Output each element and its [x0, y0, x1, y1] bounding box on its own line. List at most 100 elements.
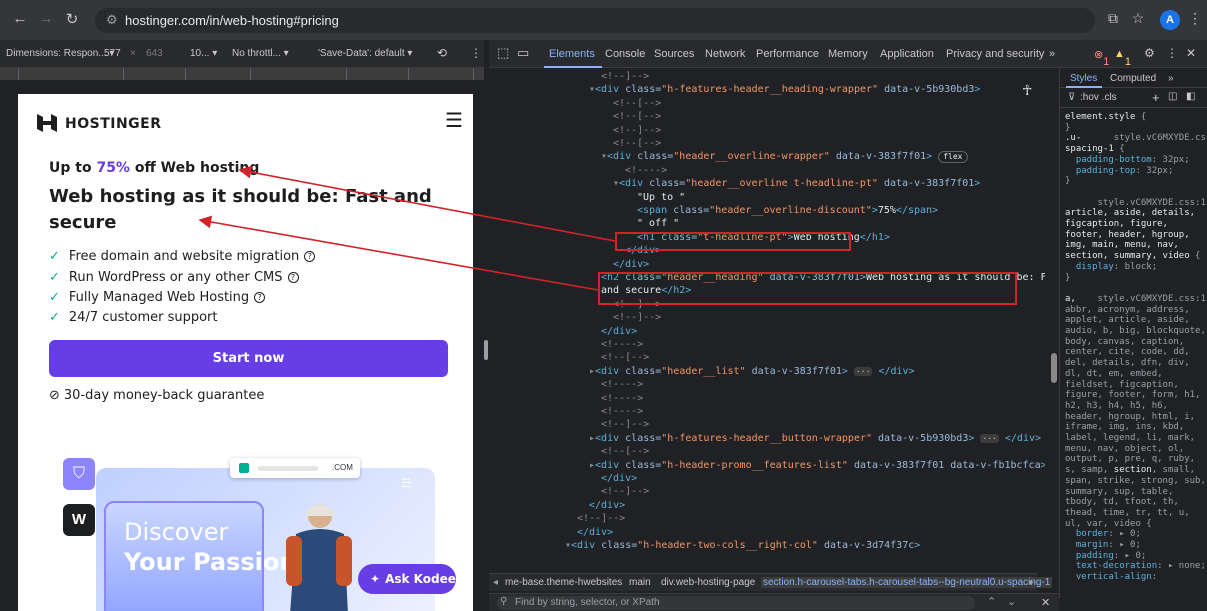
save-data-select[interactable]: 'Save-Data': default ▾ — [318, 48, 412, 59]
tab-sources[interactable]: Sources — [654, 48, 694, 60]
dom-node-line[interactable]: <!--]--> — [613, 311, 661, 324]
tab-styles[interactable]: Styles — [1070, 73, 1097, 84]
crumbs-right-icon[interactable]: ▸ — [1029, 577, 1034, 588]
dom-node-line[interactable]: <!--]--> — [601, 485, 649, 498]
crumb-item[interactable]: div.web-hosting-page — [661, 577, 755, 588]
crumbs-left-icon[interactable]: ◂ — [493, 577, 498, 588]
styles-filter[interactable]: ⊽ :hov .cls + ◫ ◧ — [1060, 88, 1207, 108]
new-rule-icon[interactable]: + — [1152, 90, 1160, 105]
hov-cls-toggle[interactable]: :hov .cls — [1080, 92, 1117, 103]
dom-node-line[interactable]: </div> — [577, 526, 613, 539]
style-rule-line: output, p, pre, q, ruby, — [1065, 454, 1196, 465]
tab-console[interactable]: Console — [605, 48, 645, 60]
overline-suffix: off Web hosting — [129, 160, 260, 176]
dom-node-line[interactable]: " off " — [637, 217, 679, 230]
find-close-icon[interactable]: ✕ — [1041, 596, 1050, 609]
throttle-select[interactable]: No throttl... ▾ — [232, 48, 289, 59]
dom-node-line[interactable]: </div> — [601, 472, 637, 485]
site-info-icon[interactable]: ⚙ — [106, 12, 118, 28]
tab-elements[interactable]: Elements — [549, 48, 595, 60]
browser-menu-icon[interactable]: ⋮ — [1186, 10, 1204, 27]
dimensions-select[interactable]: Dimensions: Respon... ▾ — [6, 48, 114, 59]
crumb-item[interactable]: me-base.theme-hwebsites — [505, 577, 622, 588]
dom-node-line[interactable]: <!--]--> — [601, 70, 649, 83]
address-bar[interactable]: ⚙ hostinger.com/in/web-hosting#pricing — [95, 8, 1095, 33]
sidebar-toggle-icon[interactable]: ◧ — [1186, 91, 1195, 102]
check-icon: ✓ — [49, 249, 60, 264]
dom-node-line[interactable]: <!----> — [601, 378, 643, 391]
style-rule-line: padding-top: 32px; — [1075, 165, 1174, 176]
computed-toggle-icon[interactable]: ◫ — [1168, 91, 1177, 102]
tab-privacy-security[interactable]: Privacy and security — [946, 48, 1044, 60]
help-icon[interactable]: ? — [254, 292, 266, 303]
dom-node-line[interactable]: </div> — [589, 499, 625, 512]
kodee-sparkle-icon: ✦ — [370, 572, 381, 586]
tab-application[interactable]: Application — [880, 48, 934, 60]
device-toggle-icon[interactable]: ▭ — [517, 45, 529, 61]
width-input[interactable]: 577 — [104, 48, 121, 59]
find-prev-icon[interactable]: ⌃ — [987, 595, 996, 608]
settings-gear-icon[interactable]: ⚙ — [1144, 46, 1155, 60]
profile-avatar[interactable]: A — [1160, 10, 1180, 30]
error-count[interactable]: ⊗ 1 — [1094, 48, 1109, 68]
inspect-element-icon[interactable]: ⬚ — [497, 45, 509, 61]
dom-node-line[interactable]: <!--[--> — [613, 137, 661, 150]
zoom-select[interactable]: 10... ▾ — [190, 48, 217, 59]
more-panes-icon[interactable]: » — [1168, 73, 1174, 84]
dom-tree[interactable]: <!--]--> ▾<div class="h-features-header__… — [489, 68, 1045, 573]
crumb-item-selected[interactable]: section.h-carousel-tabs.h-carousel-tabs-… — [761, 577, 1053, 588]
dom-node-line[interactable]: <!----> — [601, 392, 643, 405]
dom-node-line[interactable]: <!--[--> — [613, 97, 661, 110]
rotate-icon[interactable]: ⟲ — [437, 46, 447, 60]
forward-icon[interactable]: → — [36, 10, 56, 27]
devtools-menu-icon[interactable]: ⋮ — [1166, 46, 1178, 60]
dom-node-line[interactable]: </div> — [601, 325, 637, 338]
dom-node-line[interactable]: <span class="header__overline-discount">… — [637, 204, 938, 217]
dom-node-line[interactable]: <!--[--> — [601, 351, 649, 364]
help-icon[interactable]: ? — [304, 251, 316, 262]
dom-node-line[interactable]: <!--]--> — [577, 512, 625, 525]
dom-node-line[interactable]: <!--]--> — [601, 418, 649, 431]
dom-node-line[interactable]: <!----> — [601, 338, 643, 351]
crumb-item[interactable]: main — [629, 577, 651, 588]
tab-memory[interactable]: Memory — [828, 48, 868, 60]
device-options-icon[interactable]: ⋮ — [470, 46, 482, 60]
start-now-button[interactable]: Start now — [49, 340, 448, 377]
dom-scrollbar[interactable] — [1049, 68, 1059, 573]
tab-computed[interactable]: Computed — [1110, 73, 1156, 84]
dom-node-line[interactable]: ▸<div class="h-header-promo__features-li… — [589, 459, 1045, 472]
find-input[interactable]: Find by string, selector, or XPath — [497, 596, 975, 610]
more-tabs-icon[interactable]: » — [1049, 48, 1055, 60]
feature-item: ✓ Fully Managed Web Hosting? — [49, 290, 266, 305]
dom-node-line[interactable]: <!--[--> — [601, 445, 649, 458]
dom-node-line[interactable]: "Up to " — [637, 191, 685, 204]
style-rule-line: footer, header, hgroup, — [1065, 229, 1190, 240]
dom-node-line[interactable]: ▸<div class="h-features-header__button-w… — [589, 432, 1045, 445]
warning-count[interactable]: ▲ 1 — [1114, 48, 1131, 68]
help-icon[interactable]: ? — [287, 272, 299, 283]
dom-node-line[interactable]: <!--[--> — [613, 110, 661, 123]
dom-node-line[interactable]: </div> — [613, 258, 649, 271]
dom-node-line[interactable]: <!----> — [601, 405, 643, 418]
close-devtools-icon[interactable]: ✕ — [1186, 46, 1196, 60]
dom-node-line[interactable]: <!----> — [625, 164, 667, 177]
reload-icon[interactable]: ↻ — [62, 10, 82, 28]
dom-node-line[interactable]: ▾<div class="header__overline t-headline… — [613, 177, 980, 190]
tab-performance[interactable]: Performance — [756, 48, 819, 60]
dom-node-line[interactable]: ▾<div class="h-header-two-cols__right-co… — [565, 539, 920, 552]
dom-node-line[interactable]: ▸<div class="header__list" data-v-383f7f… — [589, 365, 915, 378]
style-rule-line: text-decoration: ▸ none; — [1075, 561, 1206, 572]
tab-network[interactable]: Network — [705, 48, 745, 60]
find-next-icon[interactable]: ⌄ — [1007, 595, 1016, 608]
dom-node-line[interactable]: <!--]--> — [613, 124, 661, 137]
dom-node-line[interactable]: ▾<div class="header__overline-wrapper" d… — [601, 150, 968, 164]
install-app-icon[interactable]: ⧉ — [1104, 10, 1122, 27]
height-input[interactable]: 643 — [146, 48, 163, 59]
dom-node-line[interactable]: ▾<div class="h-features-header__heading-… — [589, 83, 980, 96]
bookmark-star-icon[interactable]: ☆ — [1129, 10, 1147, 27]
back-icon[interactable]: ← — [10, 10, 30, 27]
search-icon: ⚲ — [500, 596, 508, 607]
ask-kodee-button[interactable]: ✦ Ask Kodee — [358, 564, 456, 594]
hamburger-menu-icon[interactable]: ☰ — [445, 108, 463, 133]
accessibility-icon[interactable]: ☥ — [1022, 82, 1032, 99]
